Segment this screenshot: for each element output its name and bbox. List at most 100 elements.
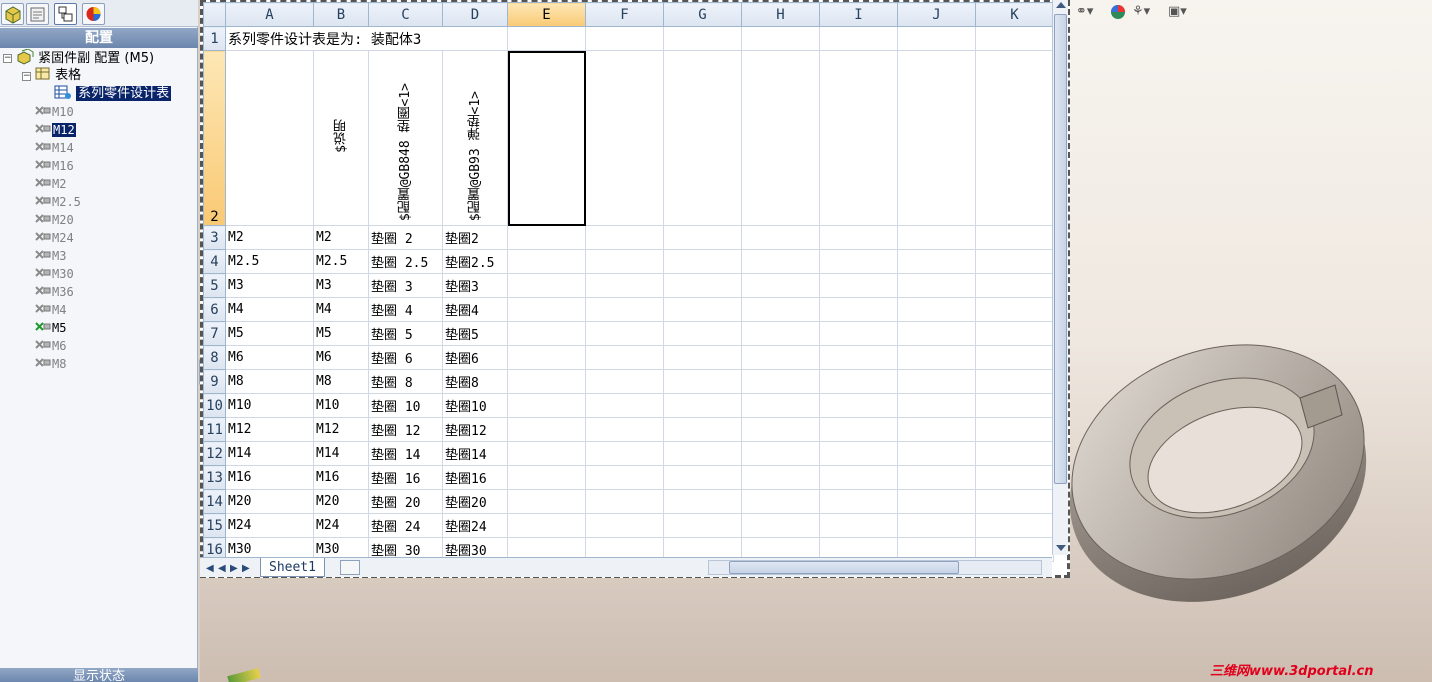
cell[interactable] [741, 513, 820, 538]
cell[interactable] [819, 297, 898, 322]
cell[interactable] [897, 369, 976, 394]
configuration-manager-tab[interactable] [54, 3, 77, 25]
appearance-icon[interactable] [1110, 4, 1126, 22]
cell[interactable] [507, 369, 586, 394]
cell[interactable] [975, 26, 1054, 51]
cell[interactable] [819, 417, 898, 442]
cell[interactable]: 垫圈 10 [368, 393, 443, 418]
cell[interactable]: M6 [225, 345, 314, 370]
cell[interactable]: M24 [313, 513, 369, 538]
cell[interactable] [819, 26, 898, 51]
row-header[interactable]: 15 [203, 513, 226, 538]
cell[interactable]: M4 [225, 297, 314, 322]
cell[interactable] [507, 417, 586, 442]
cell[interactable] [507, 489, 586, 514]
cell[interactable]: 垫圈20 [442, 489, 508, 514]
cell[interactable]: 垫圈 6 [368, 345, 443, 370]
cell[interactable] [741, 225, 820, 250]
cell[interactable] [663, 489, 742, 514]
collapse-icon[interactable]: − [22, 72, 31, 81]
cell[interactable] [663, 297, 742, 322]
row-header[interactable]: 11 [203, 417, 226, 442]
cell[interactable] [819, 50, 898, 226]
row-header[interactable]: 3 [203, 225, 226, 250]
cell[interactable]: M24 [225, 513, 314, 538]
cell[interactable] [507, 441, 586, 466]
cell[interactable]: 垫圈5 [442, 321, 508, 346]
cell[interactable] [741, 50, 820, 226]
prev-sheet-icon[interactable]: ◀ [218, 563, 226, 574]
cell[interactable] [663, 321, 742, 346]
cell[interactable]: M2 [225, 225, 314, 250]
column-header[interactable]: D [442, 2, 508, 27]
cell[interactable] [741, 273, 820, 298]
cell[interactable]: 垫圈 4 [368, 297, 443, 322]
feature-manager-tab[interactable] [1, 3, 24, 25]
cell[interactable] [507, 273, 586, 298]
cell[interactable] [819, 465, 898, 490]
cell[interactable] [897, 465, 976, 490]
cell[interactable]: M16 [313, 465, 369, 490]
column-header[interactable]: G [663, 2, 742, 27]
row-header[interactable]: 13 [203, 465, 226, 490]
cell[interactable] [741, 345, 820, 370]
horizontal-scrollbar[interactable] [708, 560, 1042, 575]
configuration-item[interactable]: M24 [34, 229, 74, 247]
cell[interactable] [897, 297, 976, 322]
cell[interactable] [663, 393, 742, 418]
collapse-icon[interactable]: − [3, 54, 12, 63]
column-header[interactable]: K [975, 2, 1054, 27]
cell[interactable]: 垫圈 2 [368, 225, 443, 250]
row-header[interactable]: 7 [203, 321, 226, 346]
column-header-selected[interactable]: E [507, 2, 586, 27]
cell[interactable]: M3 [313, 273, 369, 298]
column-header[interactable]: H [741, 2, 820, 27]
cell[interactable]: 垫圈24 [442, 513, 508, 538]
sheet-tab[interactable]: Sheet1 [260, 558, 325, 577]
property-manager-tab[interactable] [26, 3, 49, 25]
configuration-item[interactable]: M12 [34, 121, 76, 139]
cell[interactable] [585, 321, 664, 346]
cell[interactable]: M16 [225, 465, 314, 490]
cell[interactable]: M14 [225, 441, 314, 466]
cell[interactable] [741, 417, 820, 442]
cell[interactable]: 垫圈4 [442, 297, 508, 322]
configuration-item[interactable]: M16 [34, 157, 74, 175]
cell[interactable] [897, 345, 976, 370]
column-header[interactable]: A [225, 2, 314, 27]
cell[interactable]: M2.5 [313, 249, 369, 274]
cell[interactable] [975, 369, 1054, 394]
display-manager-tab[interactable] [82, 3, 105, 25]
configuration-item[interactable]: M2 [34, 175, 66, 193]
cell[interactable] [741, 441, 820, 466]
scroll-up-icon[interactable] [1056, 2, 1066, 8]
title-cell[interactable]: 系列零件设计表是为: 装配体3 [225, 26, 508, 51]
cell[interactable] [741, 321, 820, 346]
tree-root[interactable]: 紧固件副 配置 (M5) [16, 48, 154, 67]
scroll-down-icon[interactable] [1056, 545, 1066, 551]
cell[interactable]: 垫圈16 [442, 465, 508, 490]
cell[interactable] [507, 345, 586, 370]
cell[interactable]: 垫圈2.5 [442, 249, 508, 274]
cell[interactable] [897, 321, 976, 346]
cell[interactable] [897, 393, 976, 418]
row-header-selected[interactable]: 2 [203, 50, 226, 226]
cell[interactable]: 垫圈12 [442, 417, 508, 442]
cell[interactable]: 垫圈 24 [368, 513, 443, 538]
row-header[interactable]: 1 [203, 26, 226, 51]
cell[interactable] [897, 26, 976, 51]
cell[interactable] [975, 273, 1054, 298]
cell[interactable] [507, 513, 586, 538]
scroll-thumb[interactable] [1054, 14, 1067, 484]
cell[interactable] [741, 369, 820, 394]
cell[interactable] [741, 26, 820, 51]
cell[interactable]: M12 [313, 417, 369, 442]
cell[interactable]: M10 [225, 393, 314, 418]
cell[interactable] [663, 26, 742, 51]
cell[interactable]: 垫圈 12 [368, 417, 443, 442]
tree-design-table[interactable]: 系列零件设计表 [54, 85, 172, 103]
cell[interactable]: M20 [313, 489, 369, 514]
row-header[interactable]: 8 [203, 345, 226, 370]
cell[interactable]: M8 [225, 369, 314, 394]
cell[interactable]: 垫圈3 [442, 273, 508, 298]
